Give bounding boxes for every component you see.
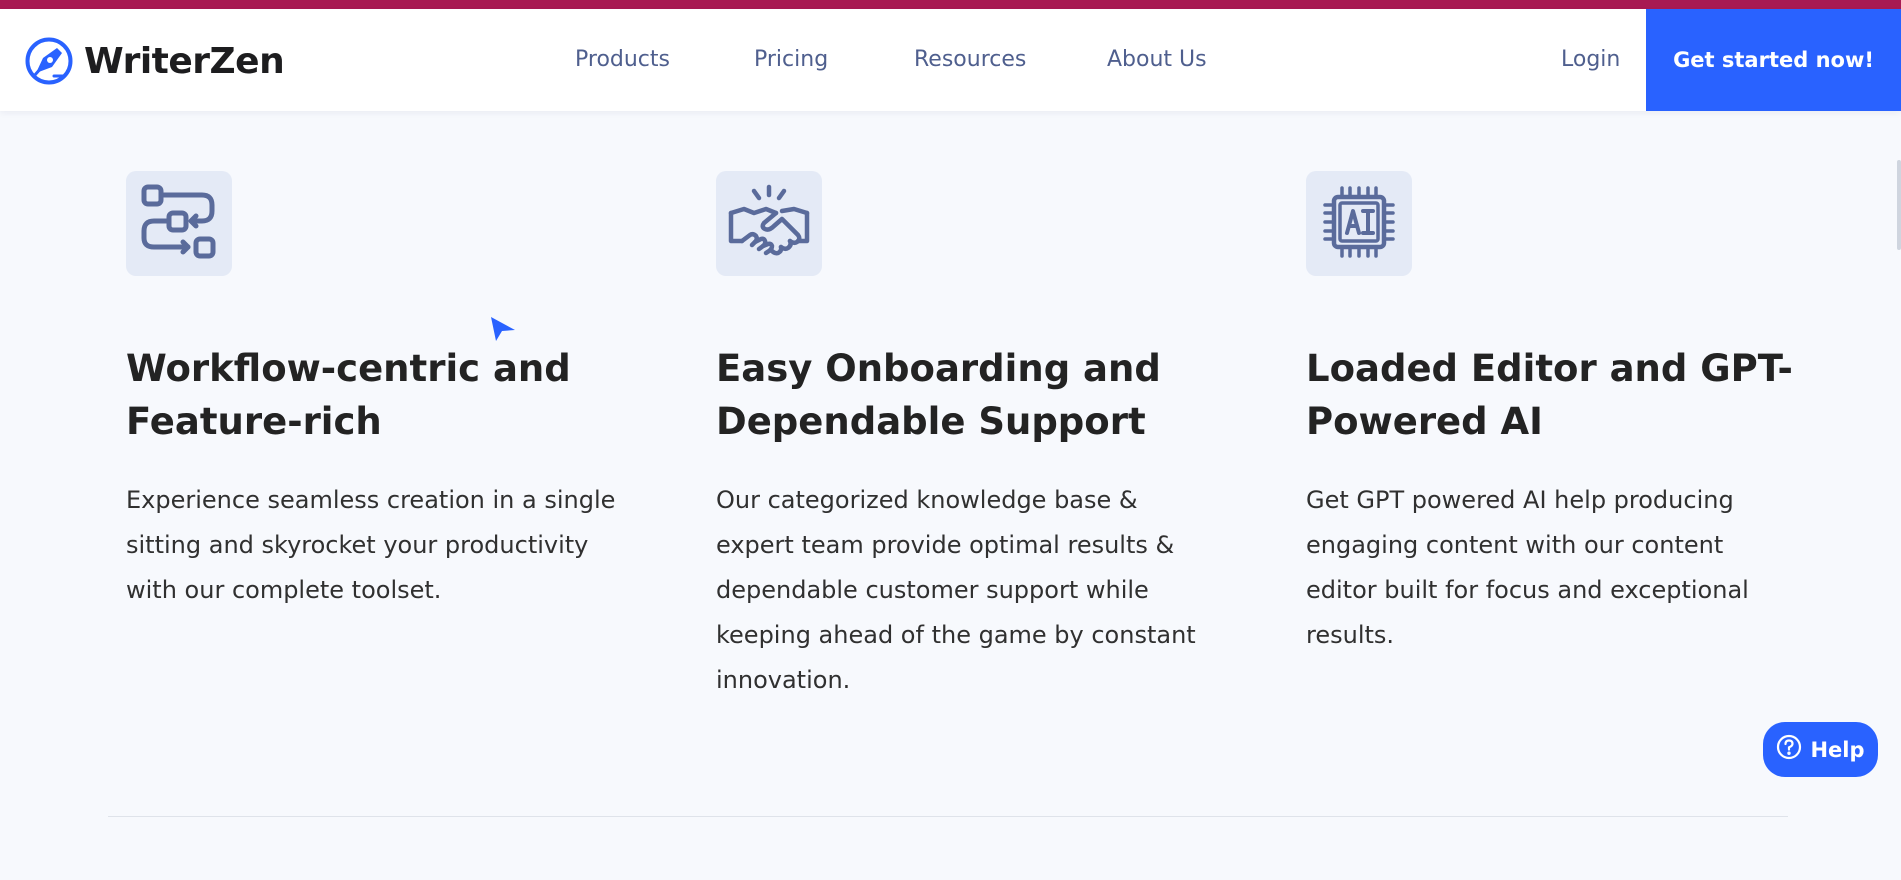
- handshake-icon: [728, 183, 810, 265]
- feature-onboarding: Easy Onboarding and Dependable Support O…: [716, 171, 1206, 703]
- workflow-icon: [140, 183, 218, 265]
- scrollbar-thumb[interactable]: [1897, 160, 1901, 250]
- help-button[interactable]: Help: [1763, 722, 1878, 777]
- brand-logo[interactable]: WriterZen: [24, 36, 285, 86]
- get-started-button[interactable]: Get started now!: [1646, 9, 1901, 111]
- nav-products[interactable]: Products: [575, 47, 670, 72]
- section-divider: [108, 816, 1788, 817]
- feature-ai-editor: Loaded Editor and GPT-Powered AI Get GPT…: [1306, 171, 1796, 658]
- help-label: Help: [1810, 737, 1865, 762]
- nav-about-us[interactable]: About Us: [1107, 47, 1207, 72]
- nav-resources[interactable]: Resources: [914, 47, 1026, 72]
- top-accent-stripe: [0, 0, 1901, 9]
- feature-description: Get GPT powered AI help producing engagi…: [1306, 486, 1749, 649]
- feature-title: Loaded Editor and GPT-Powered AI: [1306, 347, 1793, 443]
- feature-icon-box: [126, 171, 232, 276]
- logo-pen-icon: [24, 36, 74, 86]
- feature-title: Easy Onboarding and Dependable Support: [716, 347, 1161, 443]
- ai-chip-icon: [1319, 182, 1399, 266]
- login-link[interactable]: Login: [1561, 47, 1620, 72]
- feature-description: Experience seamless creation in a single…: [126, 486, 616, 604]
- feature-title: Workflow-centric and Feature-rich: [126, 347, 571, 443]
- feature-workflow: Workflow-centric and Feature-rich Experi…: [126, 171, 616, 613]
- feature-icon-box: [1306, 171, 1412, 276]
- feature-icon-box: [716, 171, 822, 276]
- feature-description: Our categorized knowledge base & expert …: [716, 486, 1196, 694]
- nav-pricing[interactable]: Pricing: [754, 47, 828, 72]
- site-header: WriterZen Products Pricing Resources Abo…: [0, 9, 1901, 111]
- question-circle-icon: [1776, 734, 1810, 765]
- mouse-cursor-icon: [490, 316, 516, 346]
- brand-name: WriterZen: [84, 40, 285, 82]
